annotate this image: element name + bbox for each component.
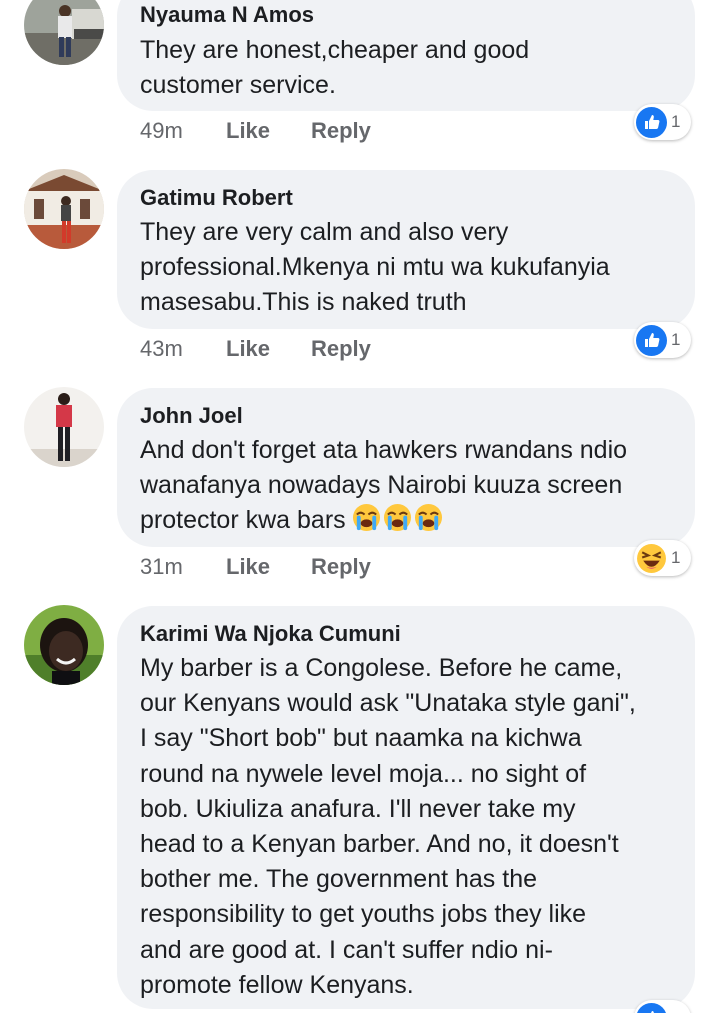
avatar[interactable] (24, 169, 104, 249)
comment-bubble: Nyauma N Amos They are honest,cheaper an… (117, 0, 695, 111)
avatar[interactable] (24, 0, 104, 65)
comment-actions: 43m Like Reply (140, 336, 371, 362)
reaction-badge[interactable]: 1 (634, 322, 691, 358)
emoji-group (352, 503, 443, 532)
laughing-face-icon (636, 543, 667, 574)
like-button[interactable]: Like (226, 554, 311, 580)
reaction-count: 1 (671, 112, 681, 131)
reaction-badge[interactable]: 1 (634, 104, 691, 140)
comment-actions: 31m Like Reply (140, 554, 371, 580)
reaction-count: 1 (671, 330, 681, 349)
comment-text: They are very calm and also very profess… (140, 218, 610, 317)
comment-bubble: John Joel And don't forget ata hawkers r… (117, 388, 695, 547)
comment-actions: 49m Like Reply (140, 118, 371, 144)
thumbs-up-icon (636, 324, 667, 356)
comment-text: My barber is a Congolese. Before he came… (140, 654, 636, 999)
loudly-crying-face-icon (352, 504, 380, 532)
reaction-badge[interactable] (634, 1000, 691, 1013)
thumbs-up-icon (636, 1002, 667, 1013)
comment-author[interactable]: John Joel (140, 403, 675, 429)
profile-photo-icon (24, 169, 104, 249)
profile-photo-icon (24, 0, 104, 65)
like-button[interactable]: Like (226, 118, 311, 144)
comment-thread: Nyauma N Amos They are honest,cheaper an… (0, 0, 720, 1013)
loudly-crying-face-icon (414, 504, 442, 532)
reaction-count: 1 (671, 548, 681, 567)
avatar[interactable] (24, 605, 104, 685)
reply-button[interactable]: Reply (311, 336, 371, 362)
comment-bubble: Gatimu Robert They are very calm and als… (117, 170, 695, 329)
thumbs-up-icon (636, 106, 667, 138)
comment-timestamp[interactable]: 43m (140, 336, 226, 362)
reply-button[interactable]: Reply (311, 118, 371, 144)
reply-button[interactable]: Reply (311, 554, 371, 580)
comment-bubble: Karimi Wa Njoka Cumuni My barber is a Co… (117, 606, 695, 1009)
avatar[interactable] (24, 387, 104, 467)
comment-text: They are honest,cheaper and good custome… (140, 36, 530, 100)
profile-photo-icon (24, 605, 104, 685)
loudly-crying-face-icon (383, 504, 411, 532)
comment-author[interactable]: Gatimu Robert (140, 185, 675, 211)
profile-photo-icon (24, 387, 104, 467)
comment-text: And don't forget ata hawkers rwandans nd… (140, 433, 675, 539)
comment-author[interactable]: Karimi Wa Njoka Cumuni (140, 621, 675, 647)
comment-author[interactable]: Nyauma N Amos (140, 2, 675, 28)
reaction-badge[interactable]: 1 (634, 540, 691, 576)
comment-timestamp[interactable]: 49m (140, 118, 226, 144)
comment-timestamp[interactable]: 31m (140, 554, 226, 580)
like-button[interactable]: Like (226, 336, 311, 362)
